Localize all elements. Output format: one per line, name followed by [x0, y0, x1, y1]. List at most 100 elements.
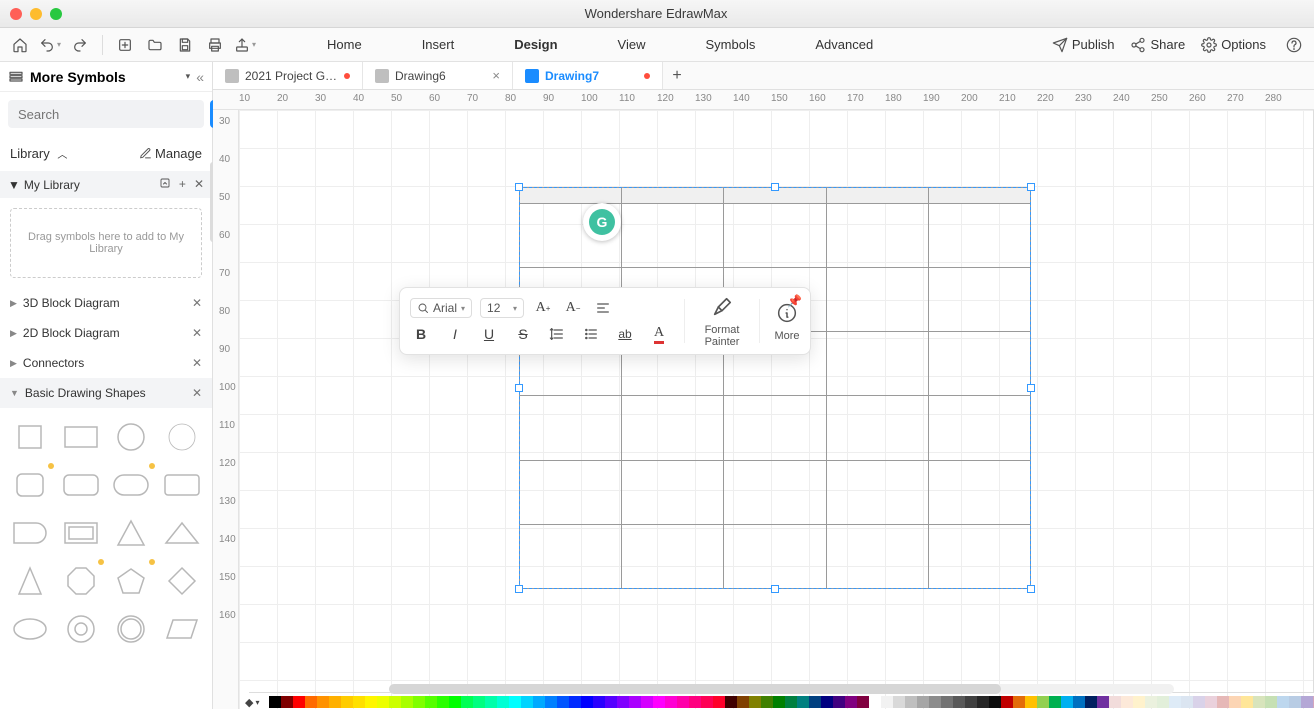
resize-handle[interactable]: [515, 183, 523, 191]
close-tab-icon[interactable]: ×: [492, 68, 500, 83]
color-swatch[interactable]: [1049, 696, 1061, 708]
resize-handle[interactable]: [515, 585, 523, 593]
menu-home[interactable]: Home: [327, 37, 362, 52]
color-swatch[interactable]: [1241, 696, 1253, 708]
color-swatch[interactable]: [665, 696, 677, 708]
color-swatch[interactable]: [1217, 696, 1229, 708]
color-swatch[interactable]: [689, 696, 701, 708]
color-swatch[interactable]: [569, 696, 581, 708]
close-library-icon[interactable]: ✕: [194, 177, 204, 192]
color-swatch[interactable]: [425, 696, 437, 708]
color-swatch[interactable]: [761, 696, 773, 708]
italic-icon[interactable]: I: [444, 323, 466, 345]
underline-icon[interactable]: U: [478, 323, 500, 345]
search-input[interactable]: [8, 100, 204, 128]
library-label[interactable]: Library ︿: [10, 146, 67, 161]
color-swatch[interactable]: [1181, 696, 1193, 708]
bullet-list-icon[interactable]: [580, 323, 602, 345]
color-swatch[interactable]: [1193, 696, 1205, 708]
color-swatch[interactable]: [269, 696, 281, 708]
help-icon[interactable]: [1282, 33, 1306, 57]
color-swatch[interactable]: [785, 696, 797, 708]
decrease-font-icon[interactable]: A−: [562, 297, 584, 319]
maximize-window-icon[interactable]: [50, 8, 62, 20]
color-swatch[interactable]: [353, 696, 365, 708]
undo-icon[interactable]: ▾: [38, 33, 62, 57]
menu-insert[interactable]: Insert: [422, 37, 455, 52]
close-icon[interactable]: ✕: [192, 296, 202, 310]
menu-design[interactable]: Design: [514, 37, 557, 52]
add-tab-button[interactable]: +: [663, 62, 691, 89]
color-swatch[interactable]: [917, 696, 929, 708]
category-connectors[interactable]: ▶Connectors✕: [0, 348, 212, 378]
color-swatch[interactable]: [653, 696, 665, 708]
horizontal-scrollbar[interactable]: [389, 684, 1174, 694]
menu-symbols[interactable]: Symbols: [706, 37, 756, 52]
color-swatch[interactable]: [1109, 696, 1121, 708]
shape-rounded-rect2[interactable]: [162, 466, 203, 504]
document-tab[interactable]: Drawing6 ×: [363, 62, 513, 89]
drawing-canvas[interactable]: G 📌 Arial ▾ 12 ▾: [239, 110, 1314, 709]
redo-icon[interactable]: [68, 33, 92, 57]
category-basic-shapes[interactable]: ▼Basic Drawing Shapes✕: [0, 378, 212, 408]
color-swatch[interactable]: [1157, 696, 1169, 708]
shape-octagon[interactable]: [61, 562, 102, 600]
new-library-icon[interactable]: [159, 177, 171, 192]
category-3d-block[interactable]: ▶3D Block Diagram✕: [0, 288, 212, 318]
color-swatch[interactable]: [725, 696, 737, 708]
increase-font-icon[interactable]: A+: [532, 297, 554, 319]
strikethrough-icon[interactable]: S: [512, 323, 534, 345]
color-swatch[interactable]: [605, 696, 617, 708]
color-swatch[interactable]: [1121, 696, 1133, 708]
color-swatch[interactable]: [809, 696, 821, 708]
resize-handle[interactable]: [515, 384, 523, 392]
color-swatch[interactable]: [677, 696, 689, 708]
color-swatch[interactable]: [737, 696, 749, 708]
shape-triangle-narrow[interactable]: [10, 562, 51, 600]
color-swatch[interactable]: [1253, 696, 1265, 708]
options-button[interactable]: Options: [1201, 37, 1266, 53]
color-swatch[interactable]: [1025, 696, 1037, 708]
color-swatch[interactable]: [449, 696, 461, 708]
line-spacing-icon[interactable]: [546, 323, 568, 345]
bold-icon[interactable]: B: [410, 323, 432, 345]
color-swatch[interactable]: [1001, 696, 1013, 708]
color-swatch[interactable]: [593, 696, 605, 708]
export-icon[interactable]: ▾: [233, 33, 257, 57]
shape-rounded-rect[interactable]: [61, 466, 102, 504]
color-swatch[interactable]: [797, 696, 809, 708]
color-swatch[interactable]: [1301, 696, 1313, 708]
share-button[interactable]: Share: [1130, 37, 1185, 53]
color-swatch[interactable]: [1145, 696, 1157, 708]
shape-framed-rect[interactable]: [61, 514, 102, 552]
resize-handle[interactable]: [1027, 585, 1035, 593]
resize-handle[interactable]: [771, 183, 779, 191]
color-swatch[interactable]: [629, 696, 641, 708]
color-swatch[interactable]: [845, 696, 857, 708]
color-swatch[interactable]: [965, 696, 977, 708]
shape-rounded-square[interactable]: [10, 466, 51, 504]
color-swatch[interactable]: [713, 696, 725, 708]
menu-view[interactable]: View: [618, 37, 646, 52]
document-tab[interactable]: 2021 Project G…: [213, 62, 363, 89]
color-swatch[interactable]: [1085, 696, 1097, 708]
color-swatch[interactable]: [533, 696, 545, 708]
format-painter-button[interactable]: Format Painter: [699, 294, 745, 348]
document-tab-active[interactable]: Drawing7: [513, 62, 663, 89]
shape-diamond[interactable]: [162, 562, 203, 600]
color-swatch[interactable]: [821, 696, 833, 708]
color-swatch[interactable]: [281, 696, 293, 708]
shape-stadium[interactable]: [111, 466, 152, 504]
publish-button[interactable]: Publish: [1052, 37, 1115, 53]
color-swatch[interactable]: [857, 696, 869, 708]
color-swatch[interactable]: [293, 696, 305, 708]
shape-triangle-wide[interactable]: [162, 514, 203, 552]
color-swatch[interactable]: [989, 696, 1001, 708]
color-swatch[interactable]: [1013, 696, 1025, 708]
color-swatch[interactable]: [1265, 696, 1277, 708]
color-swatch[interactable]: [893, 696, 905, 708]
color-swatch[interactable]: [833, 696, 845, 708]
color-swatch[interactable]: [545, 696, 557, 708]
close-icon[interactable]: ✕: [192, 326, 202, 340]
resize-handle[interactable]: [1027, 384, 1035, 392]
